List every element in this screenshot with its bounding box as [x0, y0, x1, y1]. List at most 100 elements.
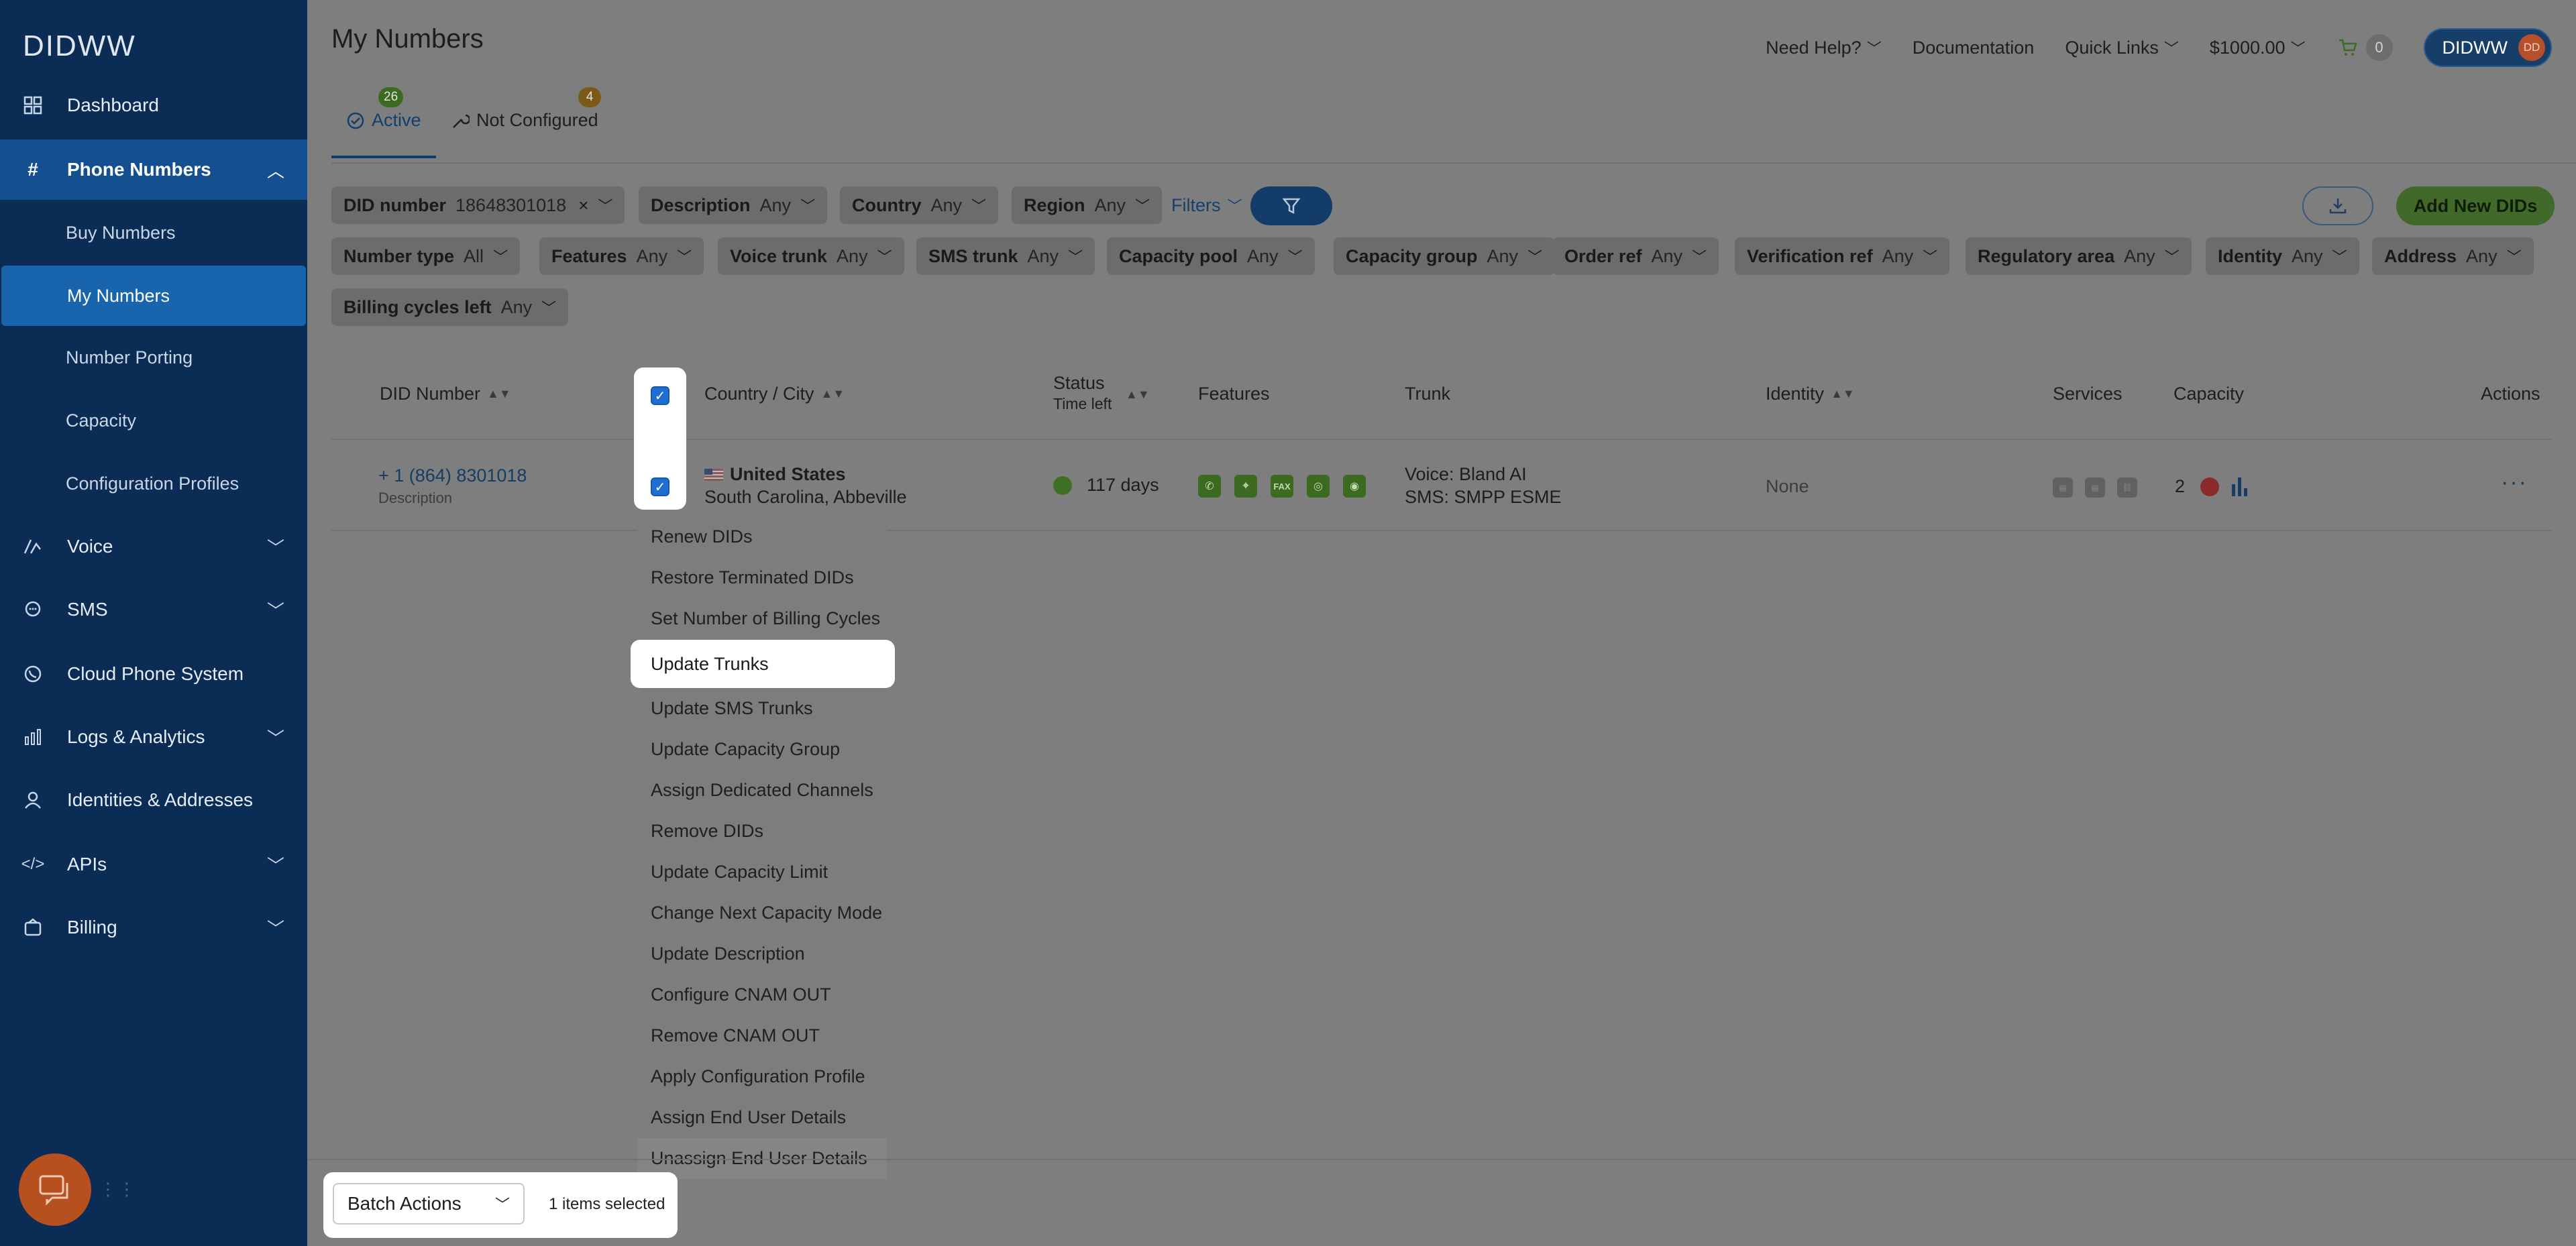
chat-button[interactable]: [19, 1153, 91, 1226]
filter-label: Capacity group: [1346, 245, 1478, 266]
check-circle-icon: [347, 112, 364, 129]
account-menu[interactable]: DIDWW DD: [2423, 28, 2552, 67]
filter-regulatory-area[interactable]: Regulatory area Any ﹀: [1966, 237, 2192, 275]
sidebar-item-identities-addresses[interactable]: Identities & Addresses: [0, 770, 307, 830]
filter-verification-ref[interactable]: Verification ref Any ﹀: [1735, 237, 1950, 275]
sidebar-item-phone-numbers[interactable]: # Phone Numbers ︿: [0, 139, 307, 200]
drag-handle-icon[interactable]: ⋮⋮: [99, 1179, 137, 1200]
menu-item-remove-cnam-out[interactable]: Remove CNAM OUT: [637, 1015, 887, 1056]
menu-item-apply-configuration-profile[interactable]: Apply Configuration Profile: [637, 1056, 887, 1097]
sidebar-item-billing[interactable]: Billing ﹀: [0, 897, 307, 958]
documentation-link[interactable]: Documentation: [1913, 38, 2035, 58]
did-number-link[interactable]: + 1 (864) 8301018: [378, 465, 527, 486]
menu-item-renew-dids[interactable]: Renew DIDs: [637, 516, 887, 557]
chevron-down-icon: ﹀: [493, 249, 508, 266]
menu-item-update-description[interactable]: Update Description: [637, 933, 887, 974]
tab-not-configured[interactable]: 4 Not Configured: [451, 87, 601, 131]
clear-icon[interactable]: ×: [578, 195, 588, 216]
wallet-icon: [23, 917, 43, 938]
identity-value: None: [1766, 476, 1809, 496]
sidebar-item-number-porting[interactable]: Number Porting: [0, 327, 307, 388]
menu-item-remove-dids[interactable]: Remove DIDs: [637, 811, 887, 852]
filter-order-ref[interactable]: Order ref Any ﹀: [1552, 237, 1719, 275]
menu-item-change-next-capacity-mode[interactable]: Change Next Capacity Mode: [637, 893, 887, 933]
download-button[interactable]: [2302, 186, 2373, 225]
column-header-status[interactable]: Status Time left ▲▼: [1053, 373, 1150, 413]
sms-service-icon: ▤: [2053, 477, 2073, 498]
check-icon: ✓: [654, 479, 666, 495]
cart-button[interactable]: 0: [2338, 34, 2393, 61]
menu-item-set-billing-cycles[interactable]: Set Number of Billing Cycles: [637, 598, 887, 639]
quick-links-menu[interactable]: Quick Links ﹀: [2065, 37, 2179, 58]
sidebar-item-sms[interactable]: SMS ﹀: [0, 579, 307, 640]
menu-item-restore-terminated-dids[interactable]: Restore Terminated DIDs: [637, 557, 887, 598]
menu-item-update-capacity-limit[interactable]: Update Capacity Limit: [637, 852, 887, 893]
filter-value: Any: [1027, 245, 1059, 266]
filter-value: All: [464, 245, 484, 266]
row-checkbox[interactable]: ✓: [651, 477, 669, 496]
filter-capacity-pool[interactable]: Capacity pool Any ﹀: [1107, 237, 1315, 275]
menu-item-update-capacity-group[interactable]: Update Capacity Group: [637, 729, 887, 770]
filter-region[interactable]: Region Any ﹀: [1012, 186, 1163, 224]
sidebar-item-dashboard[interactable]: Dashboard: [0, 75, 307, 135]
column-header-identity[interactable]: Identity ▲▼: [1766, 384, 1855, 404]
filter-voice-trunk[interactable]: Voice trunk Any ﹀: [718, 237, 904, 275]
filter-country[interactable]: Country Any ﹀: [840, 186, 999, 224]
sidebar-item-label: Configuration Profiles: [66, 473, 239, 494]
filters-toggle[interactable]: Filters ﹀: [1171, 186, 1242, 224]
column-header-did-number[interactable]: DID Number ▲▼: [380, 384, 511, 404]
sidebar-item-capacity[interactable]: Capacity: [0, 390, 307, 451]
filter-sms-trunk[interactable]: SMS trunk Any ﹀: [916, 237, 1095, 275]
sidebar-item-buy-numbers[interactable]: Buy Numbers: [0, 203, 307, 263]
sidebar-item-apis[interactable]: </> APIs ﹀: [0, 834, 307, 895]
link-service-icon: ⛓: [2117, 477, 2137, 498]
menu-item-assign-end-user-details[interactable]: Assign End User Details: [637, 1097, 887, 1138]
chevron-down-icon: ﹀: [2332, 249, 2347, 266]
capacity-value: 2: [2175, 476, 2186, 496]
tab-active[interactable]: 26 Active: [331, 87, 435, 158]
sidebar-item-cloud-phone-system[interactable]: Cloud Phone System: [0, 644, 307, 704]
chevron-down-icon: ﹀: [1068, 249, 1083, 266]
menu-item-assign-dedicated-channels[interactable]: Assign Dedicated Channels: [637, 770, 887, 811]
header-actions: Need Help? ﹀ Documentation Quick Links ﹀ $…: [1735, 28, 2552, 67]
bar-chart-icon[interactable]: [2230, 475, 2250, 498]
sidebar-item-label: My Numbers: [67, 285, 170, 306]
filter-number-type[interactable]: Number type All ﹀: [331, 237, 521, 275]
need-help-menu[interactable]: Need Help? ﹀: [1766, 37, 1882, 58]
sidebar-item-logs-analytics[interactable]: Logs & Analytics ﹀: [0, 707, 307, 767]
row-actions-menu-icon[interactable]: ···: [2501, 469, 2528, 496]
brand-logo[interactable]: DIDWW: [23, 30, 136, 63]
chevron-down-icon: ﹀: [1866, 40, 1882, 57]
filter-identity[interactable]: Identity Any ﹀: [2206, 237, 2359, 275]
column-header-country-city[interactable]: Country / City ▲▼: [704, 384, 845, 404]
sort-icon: ▲▼: [1126, 388, 1150, 401]
country-name: United States: [730, 464, 846, 484]
tabs: 26 Active 4 Not Configured: [331, 87, 2576, 164]
balance-menu[interactable]: $1000.00 ﹀: [2210, 37, 2306, 58]
filter-features[interactable]: Features Any ﹀: [539, 237, 704, 275]
filter-icon: [1282, 198, 1301, 215]
add-new-dids-button[interactable]: Add New DIDs: [2396, 186, 2555, 225]
filter-capacity-group[interactable]: Capacity group Any ﹀: [1334, 237, 1555, 275]
filter-billing-cycles-left[interactable]: Billing cycles left Any ﹀: [331, 288, 569, 326]
tab-label: Active: [372, 110, 421, 130]
chevron-down-icon: ﹀: [2506, 249, 2522, 266]
sidebar-item-voice[interactable]: Voice ﹀: [0, 516, 307, 577]
filter-value: Any: [1651, 245, 1683, 266]
filter-description[interactable]: Description Any ﹀: [639, 186, 828, 224]
filter-label: Capacity pool: [1119, 245, 1238, 266]
filter-address[interactable]: Address Any ﹀: [2372, 237, 2534, 275]
batch-actions-select[interactable]: Batch Actions ﹀: [333, 1183, 525, 1225]
sidebar-item-my-numbers[interactable]: My Numbers: [1, 266, 306, 326]
filter-label: Regulatory area: [1978, 245, 2115, 266]
quick-links-label: Quick Links: [2065, 37, 2159, 58]
time-left-value: 117 days: [1087, 475, 1159, 495]
did-description[interactable]: Description: [378, 490, 452, 507]
select-all-checkbox[interactable]: ✓: [651, 386, 669, 405]
filter-did-number[interactable]: DID number 18648301018 × ﹀: [331, 186, 625, 224]
menu-item-update-sms-trunks[interactable]: Update SMS Trunks: [637, 688, 887, 729]
menu-item-configure-cnam-out[interactable]: Configure CNAM OUT: [637, 974, 887, 1015]
apply-filter-button[interactable]: [1250, 186, 1332, 225]
menu-item-update-trunks[interactable]: Update Trunks: [631, 640, 895, 688]
sidebar-item-configuration-profiles[interactable]: Configuration Profiles: [0, 453, 307, 514]
